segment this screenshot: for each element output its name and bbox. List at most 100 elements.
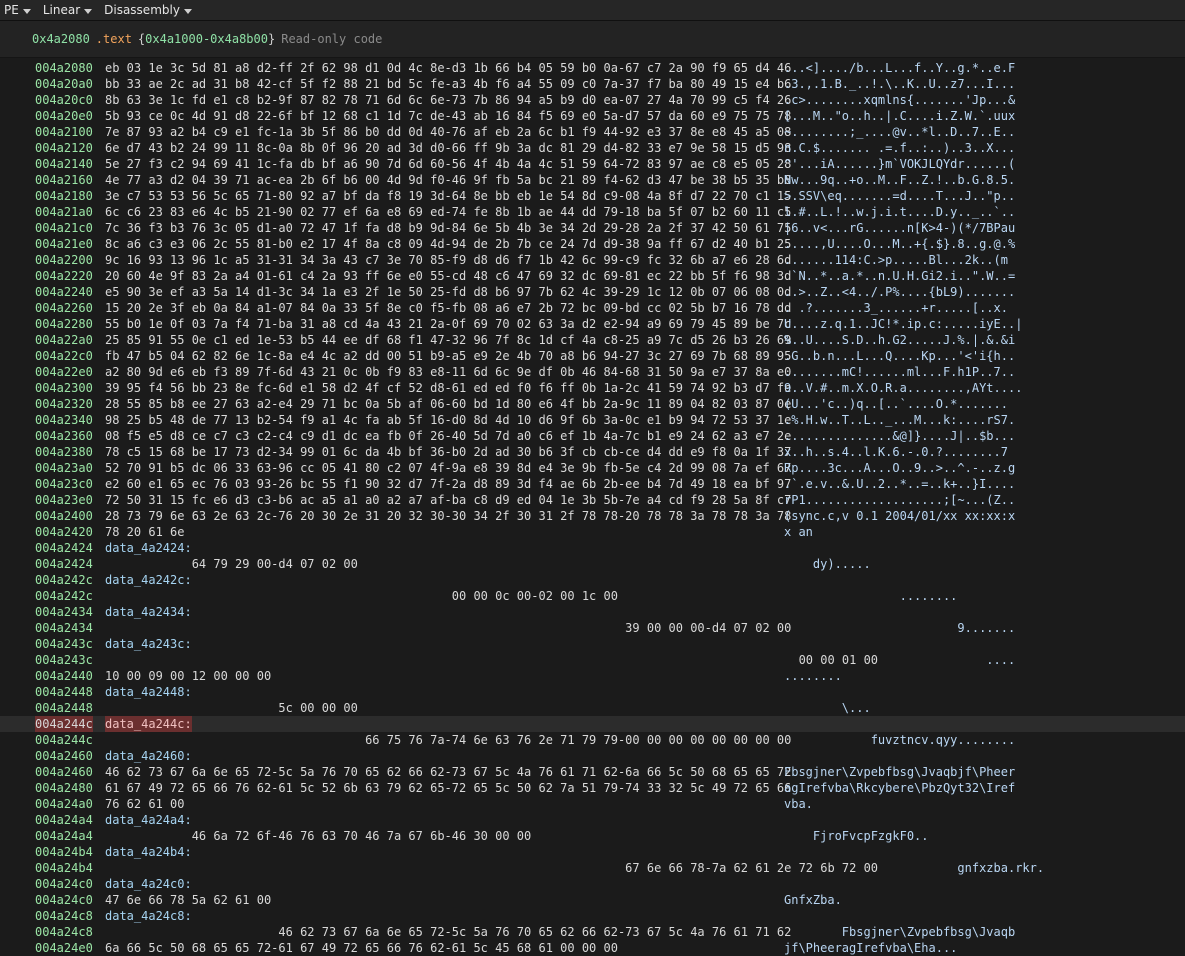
hex-view[interactable]: 004a2080 eb 03 1e 3c 5d 81 a8 d2-ff 2f 62… (0, 58, 1185, 956)
row-address[interactable]: 004a242c (35, 572, 93, 588)
row-address[interactable]: 004a2434 (35, 604, 93, 620)
data-label[interactable]: data_4a2434: (105, 604, 192, 620)
row-bytes[interactable]: 3e c7 53 53 56 5c 65 71-80 92 a7 bf da f… (105, 188, 791, 204)
row-address[interactable]: 004a2120 (35, 140, 93, 156)
hex-row[interactable]: 004a21e0 8c a6 c3 e3 06 2c 55 81-b0 e2 17… (0, 236, 1185, 252)
row-address[interactable]: 004a243c (35, 652, 93, 668)
row-ascii[interactable]: 9....... (784, 620, 1015, 636)
hex-row[interactable]: 004a2160 4e 77 a3 d2 04 39 71 ac-ea 2b 6f… (0, 172, 1185, 188)
hex-row[interactable]: 004a2340 98 25 b5 48 de 77 13 b2-54 f9 a1… (0, 412, 1185, 428)
row-bytes[interactable]: 72 50 31 15 fc e6 d3 c3-b6 ac a5 a1 a0 a… (105, 492, 791, 508)
hex-row[interactable]: 004a243c 00 00 01 00 .... (0, 652, 1185, 668)
label-row[interactable]: 004a2434 data_4a2434: (0, 604, 1185, 620)
row-bytes[interactable]: 10 00 09 00 12 00 00 00 (105, 668, 271, 684)
hex-row[interactable]: 004a21c0 7c 36 f3 b3 76 3c 05 d1-a0 72 47… (0, 220, 1185, 236)
row-address[interactable]: 004a2420 (35, 524, 93, 540)
row-bytes[interactable]: 6e d7 43 b2 24 99 11 8c-0a 8b 0f 96 20 a… (105, 140, 791, 156)
data-label[interactable]: data_4a242c: (105, 572, 192, 588)
row-address[interactable]: 004a2260 (35, 300, 93, 316)
row-address[interactable]: 004a21c0 (35, 220, 93, 236)
row-ascii[interactable]: ..>..Z..<4../.P%....{bL9)....... (784, 284, 1015, 300)
row-bytes[interactable]: 78 20 61 6e (105, 524, 184, 540)
row-address[interactable]: 004a24a0 (35, 796, 93, 812)
row-ascii[interactable]: `N..*..a.*..n.U.H.Gi2.i..".W..= (784, 268, 1015, 284)
row-bytes[interactable]: 4e 77 a3 d2 04 39 71 ac-ea 2b 6f b6 00 4… (105, 172, 791, 188)
row-address[interactable]: 004a2160 (35, 172, 93, 188)
row-bytes[interactable]: 8c a6 c3 e3 06 2c 55 81-b0 e2 17 4f 8a c… (105, 236, 791, 252)
row-address[interactable]: 004a242c (35, 588, 93, 604)
row-ascii[interactable]: dy)..... (784, 556, 871, 572)
data-label[interactable]: data_4a24a4: (105, 812, 192, 828)
hex-row[interactable]: 004a20c0 8b 63 3e 1c fd e1 c8 b2-9f 87 82… (0, 92, 1185, 108)
row-bytes[interactable]: 8b 63 3e 1c fd e1 c8 b2-9f 87 82 78 71 6… (105, 92, 791, 108)
row-ascii[interactable]: .c>........xqmlns{.......'Jp...& (784, 92, 1015, 108)
row-address[interactable]: 004a20c0 (35, 92, 93, 108)
row-address[interactable]: 004a24b4 (35, 860, 93, 876)
hex-row[interactable]: 004a24b4 67 6e 66 78-7a 62 61 2e 72 6b 7… (0, 860, 1185, 876)
row-address[interactable]: 004a21e0 (35, 236, 93, 252)
row-ascii[interactable]: (U...'c..)q..[..`....O.*....... (784, 396, 1008, 412)
row-address[interactable]: 004a24a4 (35, 828, 93, 844)
label-row[interactable]: 004a24c0 data_4a24c0: (0, 876, 1185, 892)
label-row[interactable]: 004a24b4 data_4a24b4: (0, 844, 1185, 860)
row-address[interactable]: 004a21a0 (35, 204, 93, 220)
row-address[interactable]: 004a2200 (35, 252, 93, 268)
row-ascii[interactable]: .....,U....O...M..+{.$}.8..g.@.% (784, 236, 1015, 252)
row-ascii[interactable]: .......114:C.>p.....Bl...2k..(m (784, 252, 1008, 268)
hex-row[interactable]: 004a2220 20 60 4e 9f 83 2a a4 01-61 c4 2a… (0, 268, 1185, 284)
row-bytes[interactable]: 39 00 00 00-d4 07 02 00 (105, 620, 791, 636)
row-bytes[interactable]: e2 60 e1 65 ec 76 03 93-26 bc 55 f1 90 3… (105, 476, 791, 492)
hex-row[interactable]: 004a2320 28 55 85 b8 ee 27 63 a2-e4 29 71… (0, 396, 1185, 412)
row-address[interactable]: 004a2360 (35, 428, 93, 444)
row-address[interactable]: 004a2448 (35, 684, 93, 700)
row-bytes[interactable]: 64 79 29 00-d4 07 02 00 (105, 556, 358, 572)
hex-row[interactable]: 004a20a0 bb 33 ae 2c ad 31 b8 42-cf 5f f2… (0, 76, 1185, 92)
hex-row[interactable]: 004a22e0 a2 80 9d e6 eb f3 89 7f-6d 43 21… (0, 364, 1185, 380)
row-address[interactable]: 004a2280 (35, 316, 93, 332)
hex-row[interactable]: 004a2280 55 b0 1e 0f 03 7a f4 71-ba 31 a8… (0, 316, 1185, 332)
row-ascii[interactable]: FjroFvcpFzgkF0.. (784, 828, 929, 844)
row-ascii[interactable]: U....z.q.1..JC!*.ip.c:.....iyE..| (784, 316, 1022, 332)
row-bytes[interactable]: e5 90 3e ef a3 5a 14 d1-3c 34 1a e3 2f 1… (105, 284, 791, 300)
row-bytes[interactable]: 00 00 01 00 (105, 652, 878, 668)
data-label[interactable]: data_4a244c: (105, 716, 192, 732)
row-address[interactable]: 004a23e0 (35, 492, 93, 508)
row-ascii[interactable]: rP1...................;[~...(Z.. (784, 492, 1015, 508)
row-address[interactable]: 004a24a4 (35, 812, 93, 828)
row-ascii[interactable]: 9..V.#..m.X.O.R.a........,AYt.... (784, 380, 1022, 396)
hex-row[interactable]: 004a20e0 5b 93 ce 0c 4d 91 d8 22-6f bf 12… (0, 108, 1185, 124)
hex-row[interactable]: 004a2100 7e 87 93 a2 b4 c9 e1 fc-1a 3b 5f… (0, 124, 1185, 140)
hex-row[interactable]: 004a2440 10 00 09 00 12 00 00 00........ (0, 668, 1185, 684)
row-ascii[interactable]: ........ (784, 588, 958, 604)
hex-row[interactable]: 004a24c8 46 62 73 67 6a 6e 65 72-5c 5a 7… (0, 924, 1185, 940)
row-ascii[interactable]: ...<]..../b...L...f..Y..g.*..e.F (784, 60, 1015, 76)
hex-row[interactable]: 004a2434 39 00 00 00-d4 07 02 00 9......… (0, 620, 1185, 636)
row-bytes[interactable]: 7c 36 f3 b3 76 3c 05 d1-a0 72 47 1f fa d… (105, 220, 791, 236)
hex-row[interactable]: 004a23c0 e2 60 e1 65 ec 76 03 93-26 bc 55… (0, 476, 1185, 492)
hex-row[interactable]: 004a2180 3e c7 53 53 56 5c 65 71-80 92 a7… (0, 188, 1185, 204)
hex-row[interactable]: 004a2420 78 20 61 6e x an (0, 524, 1185, 540)
row-bytes[interactable]: 61 67 49 72 65 66 76 62-61 5c 52 6b 63 7… (105, 780, 791, 796)
row-address[interactable]: 004a2180 (35, 188, 93, 204)
row-bytes[interactable]: 28 73 79 6e 63 2e 63 2c-76 20 30 2e 31 2… (105, 508, 791, 524)
hex-row[interactable]: 004a23a0 52 70 91 b5 dc 06 33 63-96 cc 05… (0, 460, 1185, 476)
hex-row[interactable]: 004a242c 00 00 0c 00-02 00 1c 00 .......… (0, 588, 1185, 604)
hex-row[interactable]: 004a24e0 6a 66 5c 50 68 65 65 72-61 67 49… (0, 940, 1185, 956)
row-ascii[interactable]: ^'...iA......}m`VOKJLQYdr......( (784, 156, 1015, 172)
row-address[interactable]: 004a2300 (35, 380, 93, 396)
row-ascii[interactable]: x..h..s.4..l.K.6.-.0.?........7 (784, 444, 1008, 460)
row-address[interactable]: 004a2400 (35, 508, 93, 524)
hex-row[interactable]: 004a2460 46 62 73 67 6a 6e 65 72-5c 5a 76… (0, 764, 1185, 780)
hex-row[interactable]: 004a24c0 47 6e 66 78 5a 62 61 00 GnfxZba. (0, 892, 1185, 908)
row-ascii[interactable]: [...M.."o..h..|.C....i.Z.W.`.uux (784, 108, 1015, 124)
row-bytes[interactable]: 20 60 4e 9f 83 2a a4 01-61 c4 2a 93 ff 6… (105, 268, 791, 284)
row-ascii[interactable]: ~........;_....@v..*l..D..7..E.. (784, 124, 1015, 140)
row-bytes[interactable]: 15 20 2e 3f eb 0a 84 a1-07 84 0a 33 5f 8… (105, 300, 791, 316)
row-bytes[interactable]: 46 6a 72 6f-46 76 63 70 46 7a 67 6b-46 3… (105, 828, 532, 844)
row-address[interactable]: 004a24c0 (35, 892, 93, 908)
row-address[interactable]: 004a2424 (35, 540, 93, 556)
row-address[interactable]: 004a2340 (35, 412, 93, 428)
label-row[interactable]: 004a243c data_4a243c: (0, 636, 1185, 652)
hex-row[interactable]: 004a2448 5c 00 00 00 \... (0, 700, 1185, 716)
row-ascii[interactable]: %..U....S.D..h.G2.....J.%.|.&.&i (784, 332, 1015, 348)
